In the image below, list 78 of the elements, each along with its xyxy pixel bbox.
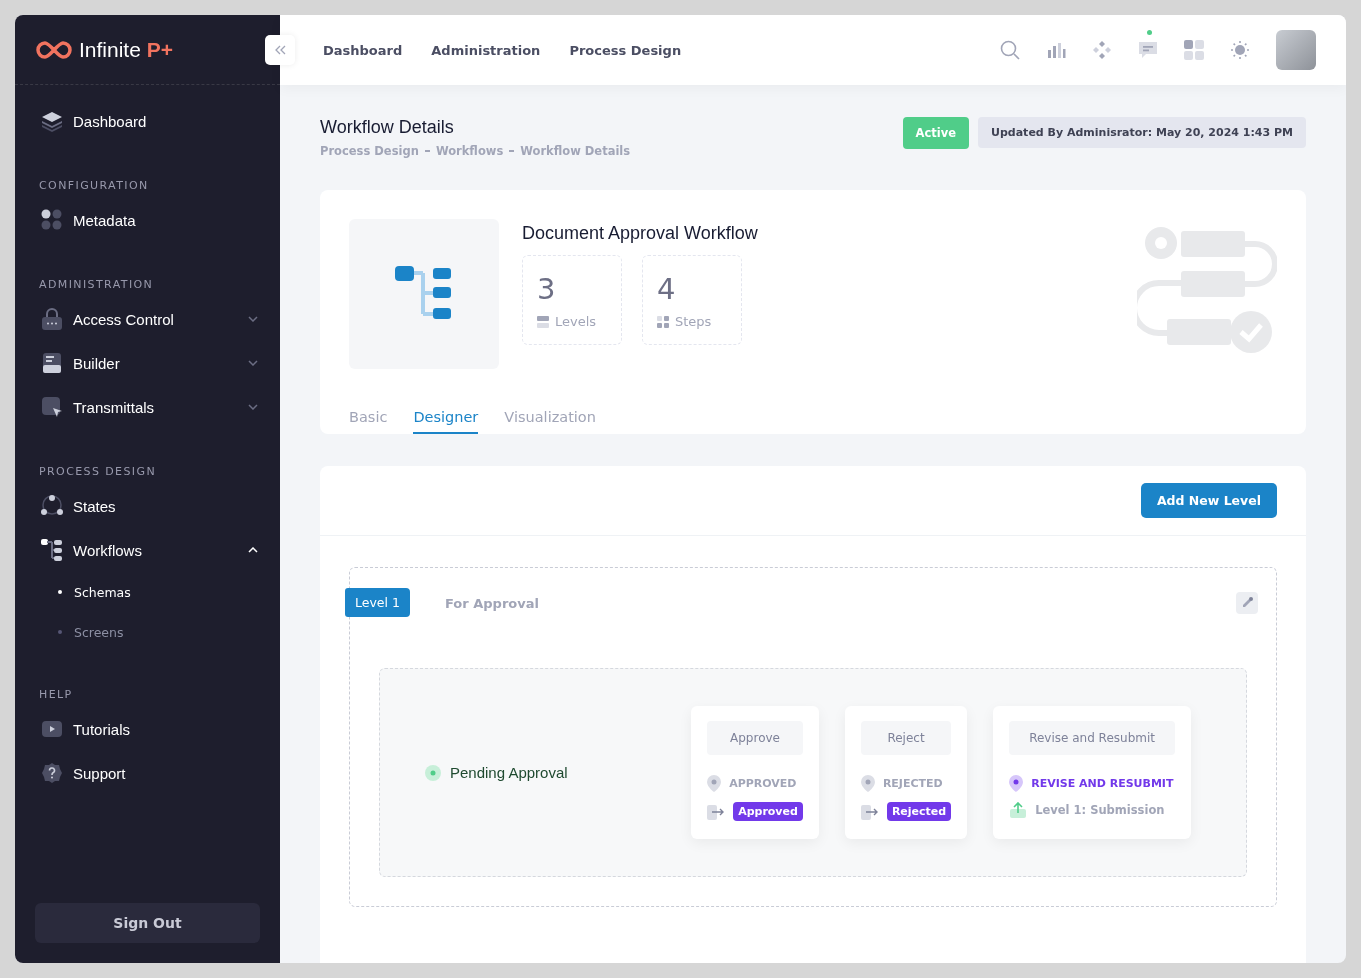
top-nav-link[interactable]: Process Design: [569, 42, 682, 58]
target-badge: Approved: [733, 802, 803, 821]
avatar-photo-placeholder[interactable]: [1276, 30, 1316, 70]
sidebar-item[interactable]: Access Control: [15, 297, 280, 341]
double-chevron-left-icon: [274, 45, 286, 55]
target-badge: Rejected: [886, 802, 952, 821]
pencil-icon: [1241, 597, 1253, 609]
squares-icon: [657, 315, 669, 328]
search-icon: [1000, 40, 1020, 60]
sidebar-heading: HELP: [38, 688, 74, 701]
sidebar-item[interactable]: Metadata: [15, 198, 280, 242]
tree-icon: [395, 266, 453, 322]
stat-label: Steps: [675, 314, 712, 329]
top-nav-link[interactable]: Dashboard: [323, 42, 403, 58]
page-title: Workflow Details: [320, 117, 455, 138]
map-pin-icon: [707, 775, 722, 792]
chat-icon: [1138, 40, 1158, 60]
sidebar-item[interactable]: Transmittals: [15, 385, 280, 429]
lock-icon: [41, 308, 63, 330]
sidebar-item[interactable]: States: [15, 484, 280, 528]
sidebar-item[interactable]: Support: [15, 751, 280, 795]
grid-icon: [1184, 40, 1204, 60]
edit-button[interactable]: [1236, 592, 1258, 614]
infinity-logo-icon: [35, 38, 73, 61]
state-dot-icon: [425, 764, 441, 781]
collapse-sidebar-button[interactable]: [265, 35, 295, 65]
target-label: Level 1: Submission: [1035, 803, 1165, 817]
level-badge: Level 1: [345, 588, 410, 617]
add-new-level-button[interactable]: Add New Level: [1140, 483, 1277, 518]
exit-arrow-icon: [707, 803, 726, 820]
updated-by-label: Updated By Adminisrator: May 20, 2024 1:43 PM: [978, 117, 1306, 148]
document-icon: [41, 352, 63, 374]
stat-label: Levels: [555, 314, 597, 329]
rows-icon: [537, 315, 549, 328]
tab[interactable]: Designer: [413, 409, 479, 434]
chevron-down-icon: [248, 404, 258, 410]
sun-icon: [1230, 40, 1250, 60]
workflow-name: Document Approval Workflow: [522, 223, 759, 244]
dots-grid-icon: [41, 209, 63, 231]
sidebar-item[interactable]: Dashboard: [15, 99, 280, 143]
stat-value: 3: [537, 272, 557, 306]
connected-dots-icon: [41, 495, 63, 517]
sidebar-heading: CONFIGURATION: [38, 179, 150, 192]
sidebar-heading: PROCESS DESIGN: [38, 465, 158, 478]
breadcrumb-item: Workflow Details: [520, 144, 631, 158]
action-title[interactable]: Approve: [707, 721, 803, 755]
stat-value: 4: [657, 272, 677, 306]
chevron-up-icon: [248, 547, 258, 553]
map-pin-icon: [1009, 775, 1024, 792]
cursor-square-icon: [41, 396, 63, 418]
sidebar-heading: ADMINISTRATION: [38, 278, 155, 291]
play-icon: [41, 718, 63, 740]
brand-name: Infinite P+: [79, 37, 173, 62]
upload-icon: [1009, 802, 1028, 818]
chevron-down-icon: [248, 360, 258, 366]
exit-arrow-icon: [860, 803, 879, 820]
action-title[interactable]: Reject: [860, 721, 952, 755]
action-title[interactable]: Revise and Resubmit: [1009, 721, 1175, 755]
sidebar-subitem[interactable]: Screens: [15, 612, 280, 652]
sidebar-item[interactable]: Tutorials: [15, 707, 280, 751]
diamonds-icon: [1092, 40, 1112, 60]
map-pin-icon: [860, 775, 875, 792]
help-icon: [41, 762, 63, 784]
action-state: APPROVED: [729, 777, 797, 790]
sidebar-item[interactable]: Builder: [15, 341, 280, 385]
sidebar-subitem[interactable]: Schemas: [15, 572, 280, 612]
bar-chart-icon: [1046, 40, 1066, 60]
tree-icon: [41, 539, 63, 561]
layers-icon: [41, 110, 63, 132]
action-state: REVISE AND RESUBMIT: [1031, 777, 1174, 790]
top-nav-link[interactable]: Administration: [431, 42, 541, 58]
sidebar-item[interactable]: Workflows: [15, 528, 280, 572]
level-name: For Approval: [445, 595, 539, 611]
state-name: Pending Approval: [450, 764, 568, 781]
sign-out-button[interactable]: Sign Out: [35, 903, 260, 943]
chevron-down-icon: [248, 316, 258, 322]
status-badge: Active: [902, 117, 969, 149]
action-state: REJECTED: [882, 777, 943, 790]
